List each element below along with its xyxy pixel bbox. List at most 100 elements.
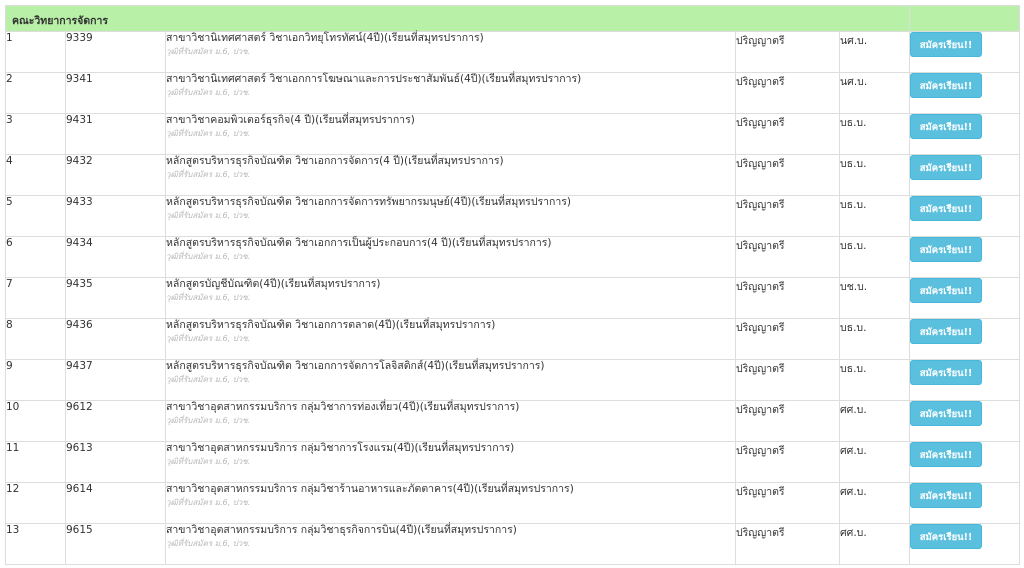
program-name-cell: หลักสูตรบริหารธุรกิจบัณฑิต วิชาเอกการจัด… <box>165 359 736 401</box>
apply-button[interactable]: สมัครเรียน!! <box>910 32 983 57</box>
programs-table-body: คณะวิทยาการจัดการ 1 9339 สาขาวิชานิเทศศาสต… <box>4 5 1021 565</box>
degree-abbreviation: บช.บ. <box>838 277 911 319</box>
table-row: 11 9613 สาขาวิชาอุตสาหกรรมบริการ กลุ่มวิชา… <box>5 441 1021 483</box>
degree-level: ปริญญาตรี <box>735 236 840 278</box>
apply-button[interactable]: สมัครเรียน!! <box>910 196 983 221</box>
apply-button[interactable]: สมัครเรียน!! <box>910 483 983 508</box>
apply-button[interactable]: สมัครเรียน!! <box>910 524 983 549</box>
program-name: สาขาวิชานิเทศศาสตร์ วิชาเอกวิทยุโทรทัศน์… <box>166 32 484 44</box>
degree-abbreviation: บธ.บ. <box>838 318 911 360</box>
degree-abbreviation: บธ.บ. <box>838 113 911 155</box>
program-name-cell: สาขาวิชาอุตสาหกรรมบริการ กลุ่มวิชาธุรกิจ… <box>165 523 736 565</box>
apply-cell: สมัครเรียน!! <box>909 482 1021 524</box>
program-name: หลักสูตรบริหารธุรกิจบัณฑิต วิชาเอกการตลา… <box>166 319 496 331</box>
program-name-cell: หลักสูตรบริหารธุรกิจบัณฑิต วิชาเอกการตลา… <box>165 318 736 360</box>
qualification-note: วุฒิที่รับสมัคร ม.6, ปวช. <box>166 88 251 97</box>
apply-button[interactable]: สมัครเรียน!! <box>910 442 983 467</box>
degree-abbreviation: บธ.บ. <box>838 236 911 278</box>
apply-cell: สมัครเรียน!! <box>909 113 1021 155</box>
program-name: หลักสูตรบริหารธุรกิจบัณฑิต วิชาเอกการจัด… <box>166 155 504 167</box>
degree-abbreviation: บธ.บ. <box>838 359 911 401</box>
row-number: 7 <box>5 277 66 319</box>
qualification-note: วุฒิที่รับสมัคร ม.6, ปวช. <box>166 129 251 138</box>
program-name: หลักสูตรบัญชีบัณฑิต(4ปี)(เรียนที่สมุทรปร… <box>166 278 381 290</box>
apply-button[interactable]: สมัครเรียน!! <box>910 319 983 344</box>
table-row: 6 9434 หลักสูตรบริหารธุรกิจบัณฑิต วิชาเอกก… <box>5 236 1021 278</box>
programs-container: คณะวิทยาการจัดการ 1 9339 สาขาวิชานิเทศศาสต… <box>4 5 1021 565</box>
apply-cell: สมัครเรียน!! <box>909 441 1021 483</box>
degree-level: ปริญญาตรี <box>735 400 840 442</box>
program-name: หลักสูตรบริหารธุรกิจบัณฑิต วิชาเอกการเป็… <box>166 237 552 249</box>
apply-button[interactable]: สมัครเรียน!! <box>910 73 983 98</box>
apply-button[interactable]: สมัครเรียน!! <box>910 114 983 139</box>
programs-table: คณะวิทยาการจัดการ 1 9339 สาขาวิชานิเทศศาสต… <box>4 5 1021 565</box>
apply-button[interactable]: สมัครเรียน!! <box>910 278 983 303</box>
program-code: 9612 <box>65 400 166 442</box>
program-code: 9614 <box>65 482 166 524</box>
program-code: 9435 <box>65 277 166 319</box>
degree-level: ปริญญาตรี <box>735 31 840 73</box>
qualification-note: วุฒิที่รับสมัคร ม.6, ปวช. <box>166 498 251 507</box>
qualification-note: วุฒิที่รับสมัคร ม.6, ปวช. <box>166 334 251 343</box>
program-code: 9339 <box>65 31 166 73</box>
qualification-note: วุฒิที่รับสมัคร ม.6, ปวช. <box>166 252 251 261</box>
degree-level: ปริญญาตรี <box>735 154 840 196</box>
apply-button[interactable]: สมัครเรียน!! <box>910 360 983 385</box>
row-number: 9 <box>5 359 66 401</box>
faculty-header-row: คณะวิทยาการจัดการ <box>4 5 1021 32</box>
program-name-cell: สาขาวิชาอุตสาหกรรมบริการ กลุ่มวิชาการท่อ… <box>165 400 736 442</box>
row-number: 5 <box>5 195 66 237</box>
table-row: 5 9433 หลักสูตรบริหารธุรกิจบัณฑิต วิชาเอกก… <box>5 195 1021 237</box>
apply-button[interactable]: สมัครเรียน!! <box>910 237 983 262</box>
apply-cell: สมัครเรียน!! <box>909 523 1021 565</box>
row-number: 12 <box>5 482 66 524</box>
degree-level: ปริญญาตรี <box>735 277 840 319</box>
program-name: สาขาวิชานิเทศศาสตร์ วิชาเอกการโฆษณาและกา… <box>166 73 582 85</box>
program-name-cell: หลักสูตรบริหารธุรกิจบัณฑิต วิชาเอกการจัด… <box>165 154 736 196</box>
program-code: 9434 <box>65 236 166 278</box>
table-row: 12 9614 สาขาวิชาอุตสาหกรรมบริการ กลุ่มวิชา… <box>5 482 1021 524</box>
program-name-cell: สาขาวิชาอุตสาหกรรมบริการ กลุ่มวิชาการโรง… <box>165 441 736 483</box>
degree-level: ปริญญาตรี <box>735 195 840 237</box>
row-number: 13 <box>5 523 66 565</box>
program-name: สาขาวิชาอุตสาหกรรมบริการ กลุ่มวิชาการโรง… <box>166 442 515 454</box>
degree-level: ปริญญาตรี <box>735 72 840 114</box>
program-code: 9436 <box>65 318 166 360</box>
apply-cell: สมัครเรียน!! <box>909 31 1021 73</box>
apply-cell: สมัครเรียน!! <box>909 359 1021 401</box>
program-name-cell: สาขาวิชานิเทศศาสตร์ วิชาเอกวิทยุโทรทัศน์… <box>165 31 736 73</box>
row-number: 3 <box>5 113 66 155</box>
degree-abbreviation: นศ.บ. <box>838 72 911 114</box>
qualification-note: วุฒิที่รับสมัคร ม.6, ปวช. <box>166 211 251 220</box>
row-number: 8 <box>5 318 66 360</box>
apply-cell: สมัครเรียน!! <box>909 400 1021 442</box>
apply-cell: สมัครเรียน!! <box>909 277 1021 319</box>
program-code: 9615 <box>65 523 166 565</box>
apply-cell: สมัครเรียน!! <box>909 72 1021 114</box>
table-row: 3 9431 สาขาวิชาคอมพิวเตอร์ธุรกิจ(4 ปี)(เรี… <box>5 113 1021 155</box>
table-row: 1 9339 สาขาวิชานิเทศศาสตร์ วิชาเอกวิทยุโทร… <box>5 31 1021 73</box>
qualification-note: วุฒิที่รับสมัคร ม.6, ปวช. <box>166 375 251 384</box>
program-name-cell: หลักสูตรบริหารธุรกิจบัณฑิต วิชาเอกการจัด… <box>165 195 736 237</box>
faculty-header-empty-cell <box>909 5 1021 32</box>
table-row: 7 9435 หลักสูตรบัญชีบัณฑิต(4ปี)(เรียนที่สม… <box>5 277 1021 319</box>
degree-level: ปริญญาตรี <box>735 318 840 360</box>
qualification-note: วุฒิที่รับสมัคร ม.6, ปวช. <box>166 416 251 425</box>
degree-abbreviation: ศศ.บ. <box>838 400 911 442</box>
table-row: 10 9612 สาขาวิชาอุตสาหกรรมบริการ กลุ่มวิชา… <box>5 400 1021 442</box>
program-code: 9341 <box>65 72 166 114</box>
qualification-note: วุฒิที่รับสมัคร ม.6, ปวช. <box>166 170 251 179</box>
program-name: สาขาวิชาอุตสาหกรรมบริการ กลุ่มวิชาร้านอา… <box>166 483 574 495</box>
row-number: 6 <box>5 236 66 278</box>
qualification-note: วุฒิที่รับสมัคร ม.6, ปวช. <box>166 47 251 56</box>
apply-button[interactable]: สมัครเรียน!! <box>910 401 983 426</box>
faculty-title: คณะวิทยาการจัดการ <box>4 5 911 32</box>
program-name-cell: หลักสูตรบัญชีบัณฑิต(4ปี)(เรียนที่สมุทรปร… <box>165 277 736 319</box>
table-row: 13 9615 สาขาวิชาอุตสาหกรรมบริการ กลุ่มวิชา… <box>5 523 1021 565</box>
degree-level: ปริญญาตรี <box>735 523 840 565</box>
table-row: 8 9436 หลักสูตรบริหารธุรกิจบัณฑิต วิชาเอกก… <box>5 318 1021 360</box>
apply-cell: สมัครเรียน!! <box>909 236 1021 278</box>
degree-level: ปริญญาตรี <box>735 359 840 401</box>
degree-abbreviation: นศ.บ. <box>838 31 911 73</box>
apply-button[interactable]: สมัครเรียน!! <box>910 155 983 180</box>
